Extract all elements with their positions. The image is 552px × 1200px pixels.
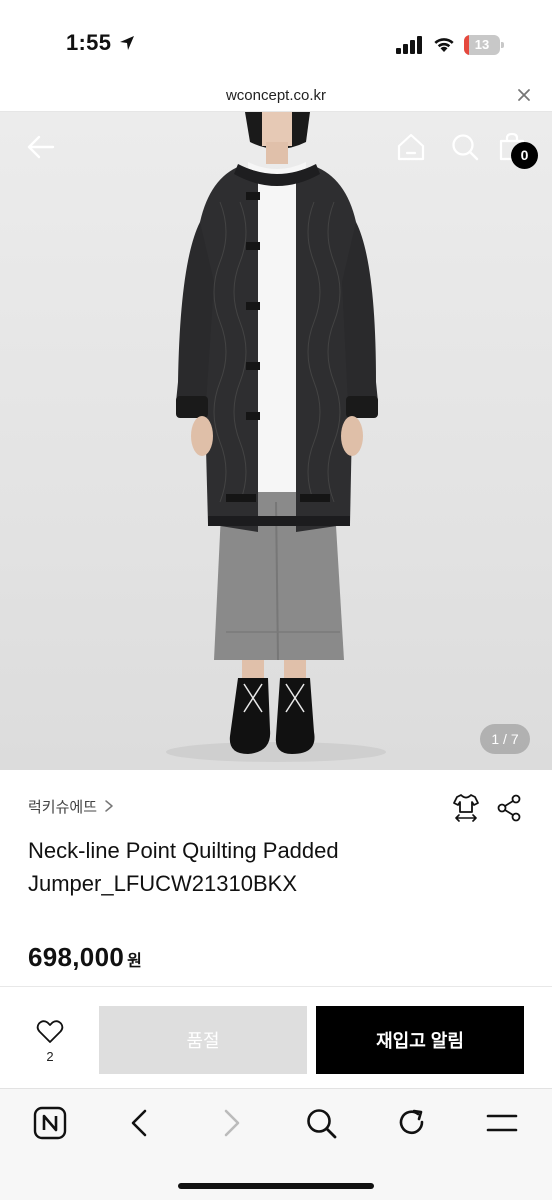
product-info: 럭키슈에뜨 Neck-line Point Quilting Padded Ju…	[0, 770, 552, 986]
image-counter: 1 / 7	[480, 724, 530, 754]
search-icon[interactable]	[303, 1105, 339, 1141]
search-icon[interactable]	[450, 132, 480, 162]
brand-name[interactable]: 럭키슈에뜨	[28, 796, 97, 817]
like-count: 2	[46, 1049, 54, 1064]
status-time: 1:55	[66, 30, 112, 55]
battery-icon: 13	[464, 35, 504, 55]
back-arrow-icon[interactable]	[26, 132, 56, 162]
menu-icon[interactable]	[484, 1105, 520, 1141]
url-bar[interactable]: wconcept.co.kr	[0, 82, 552, 112]
product-photo	[166, 112, 386, 762]
restock-alert-button[interactable]: 재입고 알림	[316, 1006, 524, 1074]
price: 698,000 원	[28, 942, 142, 973]
product-image[interactable]: 0 1 / 7	[0, 112, 552, 770]
browser-toolbar	[0, 1088, 552, 1200]
chevron-right-icon	[105, 800, 113, 812]
forward-icon[interactable]	[213, 1105, 249, 1141]
product-title: Neck-line Point Quilting Padded Jumper_L…	[28, 838, 339, 896]
brand-link[interactable]: 럭키슈에뜨	[28, 796, 115, 816]
heart-icon[interactable]	[36, 1019, 64, 1045]
wifi-icon	[434, 38, 454, 52]
cart-count-badge[interactable]: 0	[511, 142, 538, 169]
back-icon[interactable]	[122, 1105, 158, 1141]
purchase-bar: 2 품절 재입고 알림	[0, 986, 552, 1088]
soldout-button[interactable]: 품절	[99, 1006, 307, 1074]
price-value: 698,000	[28, 942, 125, 972]
status-bar: 1:55 13	[0, 0, 552, 82]
home-icon[interactable]	[396, 132, 426, 162]
reload-icon[interactable]	[394, 1105, 430, 1141]
close-icon[interactable]	[514, 85, 534, 105]
price-currency: 원	[127, 953, 142, 970]
home-indicator	[178, 1183, 374, 1189]
naver-icon[interactable]	[32, 1105, 68, 1141]
url-text[interactable]: wconcept.co.kr	[0, 87, 552, 104]
signal-icon	[396, 36, 422, 54]
like-button[interactable]: 2	[30, 1017, 70, 1065]
location-arrow-icon	[120, 36, 134, 50]
share-icon[interactable]	[496, 794, 522, 822]
size-guide-icon[interactable]	[452, 792, 480, 822]
battery-level: 13	[474, 37, 490, 52]
